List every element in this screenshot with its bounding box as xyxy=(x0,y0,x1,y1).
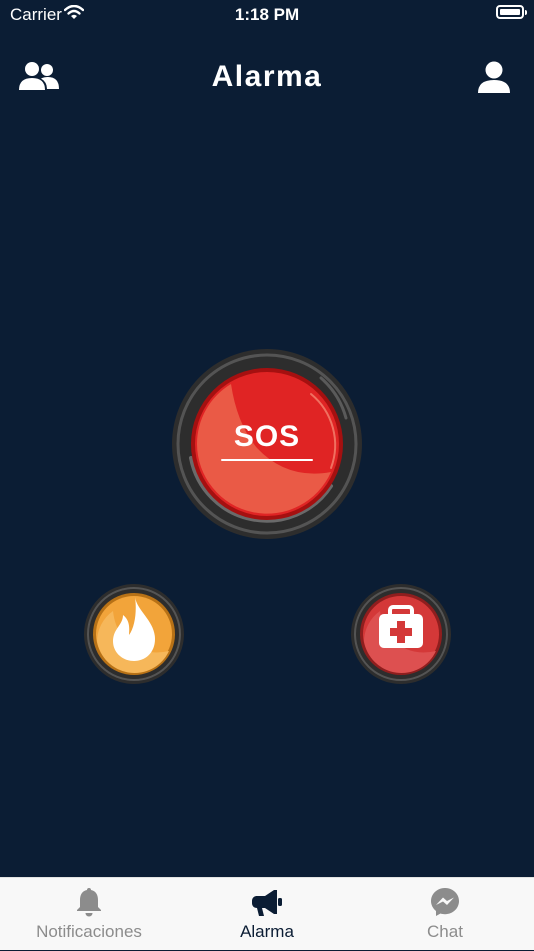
tab-bar: Notificaciones Alarma Chat xyxy=(0,877,534,950)
status-bar: Carrier 1:18 PM xyxy=(0,0,534,30)
tab-chat[interactable]: Chat xyxy=(356,878,534,951)
fire-alarm-button[interactable] xyxy=(83,583,185,685)
fire-button-graphic xyxy=(84,584,184,684)
megaphone-icon xyxy=(252,890,282,916)
tab-alarma[interactable]: Alarma xyxy=(178,878,356,951)
tab-label: Chat xyxy=(427,922,463,941)
messenger-icon xyxy=(431,888,459,916)
navigation-bar: Alarma xyxy=(0,50,534,106)
medical-button-graphic xyxy=(351,584,451,684)
sos-label: SOS xyxy=(233,420,301,453)
page-title: Alarma xyxy=(211,60,323,93)
battery-icon xyxy=(496,5,527,19)
sos-button[interactable]: SOS xyxy=(171,348,363,540)
tab-label: Alarma xyxy=(240,922,294,941)
sos-underline xyxy=(221,459,313,461)
tab-notificaciones[interactable]: Notificaciones xyxy=(0,878,178,951)
medical-alarm-button[interactable] xyxy=(350,583,452,685)
bell-icon xyxy=(77,888,101,917)
user-icon xyxy=(478,61,510,93)
profile-button[interactable] xyxy=(476,60,520,96)
clock: 1:18 PM xyxy=(234,5,300,24)
tab-label: Notificaciones xyxy=(36,922,142,941)
